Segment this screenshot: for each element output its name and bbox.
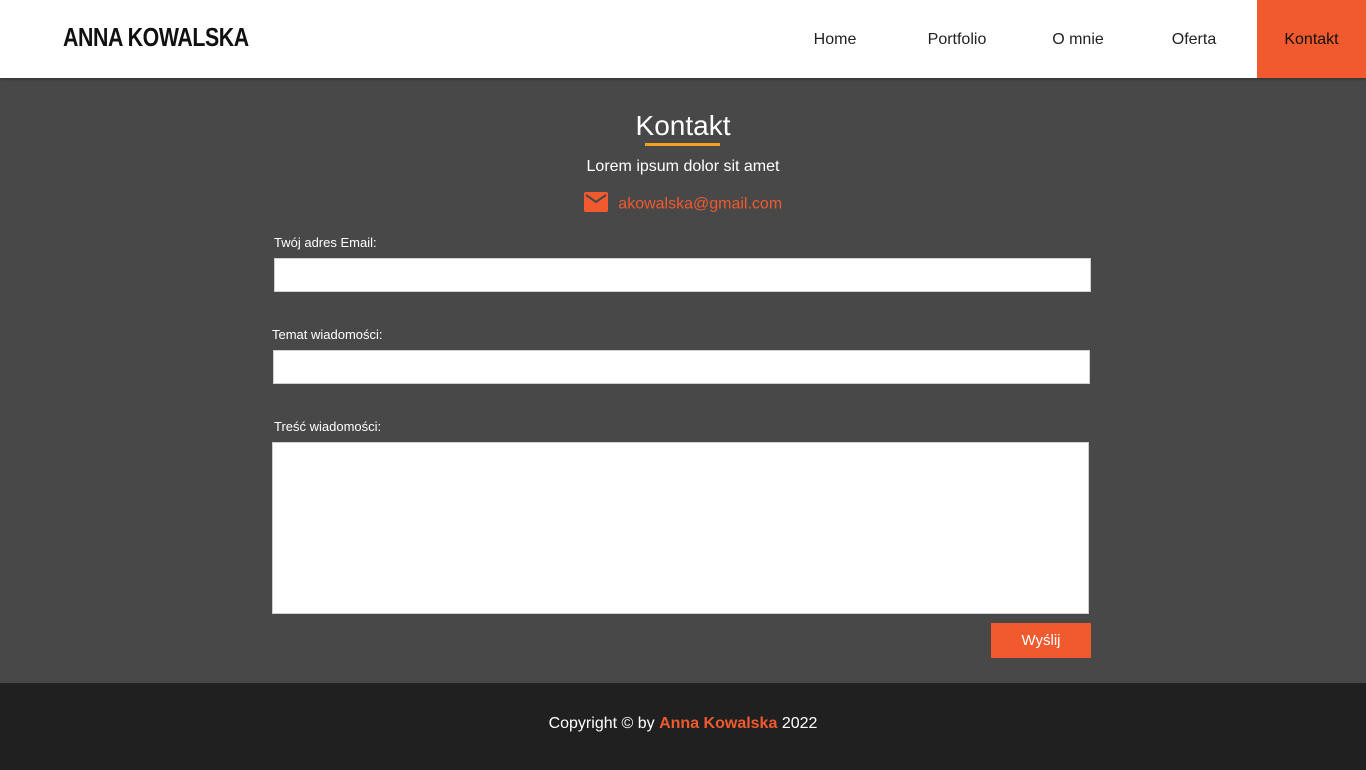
copyright-year: 2022: [781, 715, 818, 732]
title-underline: [645, 143, 720, 146]
email-field[interactable]: [274, 258, 1091, 292]
message-field-label: Treść wiadomości:: [274, 419, 382, 434]
copyright-text: Copyright © by Anna Kowalska 2022: [0, 715, 1366, 733]
email-field-label: Twój adres Email:: [274, 235, 377, 250]
subject-field-label: Temat wiadomości:: [272, 327, 383, 342]
copyright-prefix: Copyright © by: [548, 715, 655, 732]
subject-field[interactable]: [273, 350, 1090, 384]
page-title: Kontakt: [635, 110, 731, 141]
message-field[interactable]: [272, 442, 1089, 614]
nav-o-mnie[interactable]: O mnie: [1037, 0, 1119, 78]
nav-oferta[interactable]: Oferta: [1153, 0, 1235, 78]
contact-email-link[interactable]: akowalska@gmail.com: [618, 196, 782, 213]
site-logo[interactable]: ANNA KOWALSKA: [63, 22, 249, 53]
nav-kontakt[interactable]: Kontakt: [1257, 0, 1366, 78]
mail-icon: [583, 192, 608, 217]
nav-portfolio[interactable]: Portfolio: [912, 0, 1002, 78]
copyright-name: Anna Kowalska: [659, 715, 778, 732]
page-subtitle: Lorem ipsum dolor sit amet: [586, 158, 780, 175]
site-header: ANNA KOWALSKA Home Portfolio O mnie Ofer…: [0, 0, 1366, 78]
nav-home[interactable]: Home: [794, 0, 876, 78]
send-button[interactable]: Wyślij: [991, 623, 1091, 658]
contact-email-row: akowalska@gmail.com: [0, 192, 1366, 217]
site-footer: Copyright © by Anna Kowalska 2022: [0, 683, 1366, 770]
